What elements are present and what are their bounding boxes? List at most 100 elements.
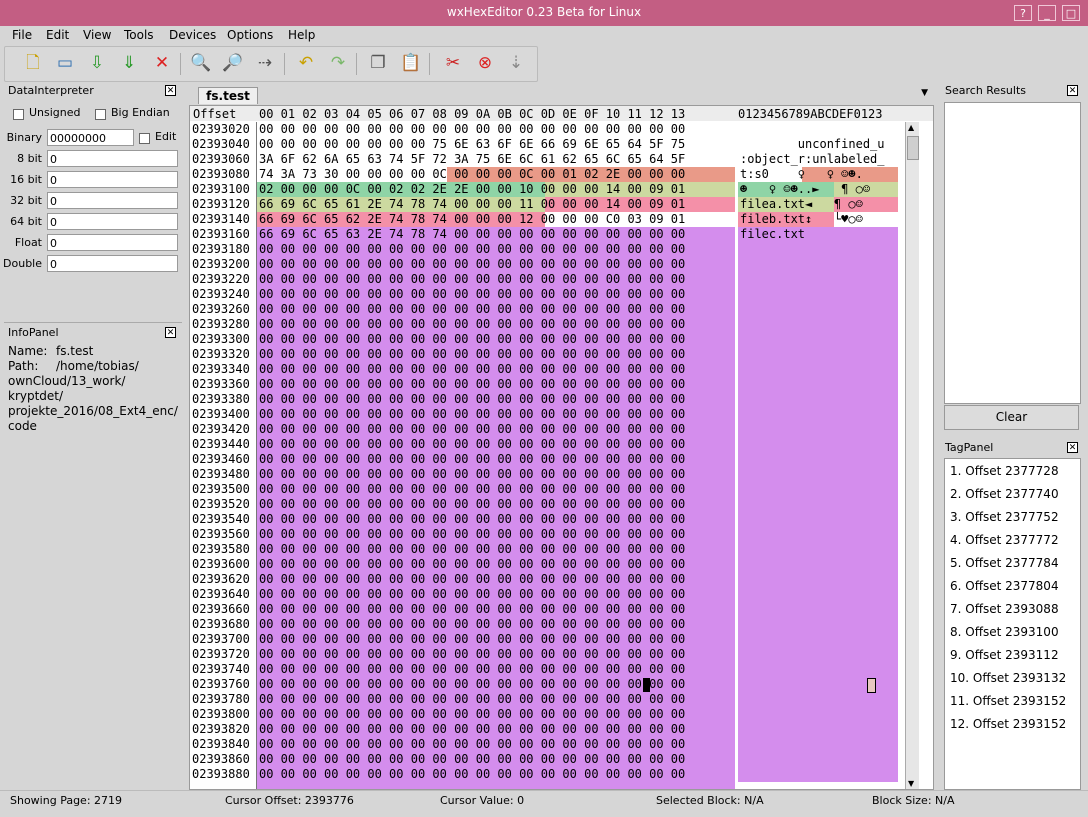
- hex-bytes-row[interactable]: 00 00 00 00 00 00 00 00 00 00 00 00 00 0…: [259, 392, 685, 407]
- redo-icon[interactable]: ↷: [326, 51, 350, 75]
- replace-icon[interactable]: 🔎: [221, 51, 245, 75]
- hex-bytes-row[interactable]: 00 00 00 00 00 00 00 00 00 00 00 00 00 0…: [259, 287, 685, 302]
- hex-bytes-row[interactable]: 00 00 00 00 00 00 00 00 00 00 00 00 00 0…: [259, 617, 685, 632]
- ascii-row[interactable]: ☻ ♀ ☺☻..► ¶ ○☺: [740, 182, 870, 197]
- close-icon[interactable]: ✕: [165, 85, 176, 96]
- tag-item[interactable]: 12. Offset 2393152: [950, 717, 1066, 731]
- minimize-icon[interactable]: _: [1038, 5, 1056, 21]
- edit-checkbox[interactable]: [139, 133, 150, 144]
- panel-divider[interactable]: [4, 322, 182, 323]
- hex-bytes-row[interactable]: 00 00 00 00 00 00 00 00 00 00 00 00 00 0…: [259, 362, 685, 377]
- hex-bytes-row[interactable]: 00 00 00 00 00 00 00 00 75 6E 63 6F 6E 6…: [259, 137, 685, 152]
- hex-bytes-row[interactable]: 00 00 00 00 00 00 00 00 00 00 00 00 00 0…: [259, 122, 685, 137]
- hex-bytes-row[interactable]: 00 00 00 00 00 00 00 00 00 00 00 00 00 0…: [259, 302, 685, 317]
- menu-edit[interactable]: Edit: [46, 28, 69, 42]
- tag-item[interactable]: 6. Offset 2377804: [950, 579, 1059, 593]
- unsigned-checkbox[interactable]: [13, 109, 24, 120]
- bit32-field[interactable]: 0: [47, 192, 178, 209]
- bit64-field[interactable]: 0: [47, 213, 178, 230]
- hex-bytes-row[interactable]: 00 00 00 00 00 00 00 00 00 00 00 00 00 0…: [259, 347, 685, 362]
- menu-help[interactable]: Help: [288, 28, 315, 42]
- hex-bytes-row[interactable]: 00 00 00 00 00 00 00 00 00 00 00 00 00 0…: [259, 527, 685, 542]
- hex-bytes-row[interactable]: 00 00 00 00 00 00 00 00 00 00 00 00 00 0…: [259, 707, 685, 722]
- hex-bytes-row[interactable]: 3A 6F 62 6A 65 63 74 5F 72 3A 75 6E 6C 6…: [259, 152, 685, 167]
- bit8-field[interactable]: 0: [47, 150, 178, 167]
- clear-button[interactable]: Clear: [944, 405, 1079, 430]
- hex-bytes-row[interactable]: 00 00 00 00 00 00 00 00 00 00 00 00 00 0…: [259, 467, 685, 482]
- double-field[interactable]: 0: [47, 255, 178, 272]
- tag-item[interactable]: 10. Offset 2393132: [950, 671, 1066, 685]
- hex-bytes-row[interactable]: 00 00 00 00 00 00 00 00 00 00 00 00 00 0…: [259, 602, 685, 617]
- hex-bytes-row[interactable]: 00 00 00 00 00 00 00 00 00 00 00 00 00 0…: [259, 482, 685, 497]
- hex-bytes-row[interactable]: 00 00 00 00 00 00 00 00 00 00 00 00 00 0…: [259, 587, 685, 602]
- hex-bytes-row[interactable]: 66 69 6C 65 62 2E 74 78 74 00 00 00 12 0…: [259, 212, 685, 227]
- bit16-field[interactable]: 0: [47, 171, 178, 188]
- menu-file[interactable]: File: [12, 28, 32, 42]
- hex-bytes-row[interactable]: 00 00 00 00 00 00 00 00 00 00 00 00 00 0…: [259, 632, 685, 647]
- save-icon[interactable]: ⇩: [85, 51, 109, 75]
- new-file-icon[interactable]: 🗋: [21, 51, 45, 75]
- close-icon[interactable]: ✕: [1067, 85, 1078, 96]
- hex-bytes-row[interactable]: 00 00 00 00 00 00 00 00 00 00 00 00 00 0…: [259, 257, 685, 272]
- tag-item[interactable]: 3. Offset 2377752: [950, 510, 1059, 524]
- hex-bytes-row[interactable]: 00 00 00 00 00 00 00 00 00 00 00 00 00 0…: [259, 662, 685, 677]
- hex-bytes-row[interactable]: 02 00 00 00 0C 00 02 02 2E 2E 00 00 10 0…: [259, 182, 685, 197]
- tag-item[interactable]: 11. Offset 2393152: [950, 694, 1066, 708]
- hex-bytes-row[interactable]: 00 00 00 00 00 00 00 00 00 00 00 00 00 0…: [259, 452, 685, 467]
- close-icon[interactable]: ✕: [1067, 442, 1078, 453]
- copy-icon[interactable]: ❐: [366, 51, 390, 75]
- save-as-icon[interactable]: ⇓: [117, 51, 141, 75]
- paste-icon[interactable]: 📋: [399, 51, 423, 75]
- tag-item[interactable]: 9. Offset 2393112: [950, 648, 1059, 662]
- maximize-icon[interactable]: □: [1062, 5, 1080, 21]
- search-results-list[interactable]: [944, 102, 1081, 404]
- hex-bytes-row[interactable]: 00 00 00 00 00 00 00 00 00 00 00 00 00 0…: [259, 572, 685, 587]
- hex-bytes-row[interactable]: 74 3A 73 30 00 00 00 00 0C 00 00 00 0C 0…: [259, 167, 685, 182]
- hex-bytes-row[interactable]: 00 00 00 00 00 00 00 00 00 00 00 00 00 0…: [259, 422, 685, 437]
- undo-icon[interactable]: ↶: [294, 51, 318, 75]
- hex-bytes-row[interactable]: 00 00 00 00 00 00 00 00 00 00 00 00 00 0…: [259, 377, 685, 392]
- hex-bytes-row[interactable]: 00 00 00 00 00 00 00 00 00 00 00 00 00 0…: [259, 677, 685, 692]
- delete-icon[interactable]: ⊗: [473, 51, 497, 75]
- hex-bytes-row[interactable]: 00 00 00 00 00 00 00 00 00 00 00 00 00 0…: [259, 512, 685, 527]
- insert-icon[interactable]: ⇣: [504, 51, 528, 75]
- menu-view[interactable]: View: [83, 28, 111, 42]
- hex-bytes-row[interactable]: 00 00 00 00 00 00 00 00 00 00 00 00 00 0…: [259, 242, 685, 257]
- tab-fs-test[interactable]: fs.test: [198, 87, 258, 104]
- hex-bytes-row[interactable]: 00 00 00 00 00 00 00 00 00 00 00 00 00 0…: [259, 737, 685, 752]
- hex-bytes-row[interactable]: 00 00 00 00 00 00 00 00 00 00 00 00 00 0…: [259, 647, 685, 662]
- tag-item[interactable]: 5. Offset 2377784: [950, 556, 1059, 570]
- hex-bytes-row[interactable]: 00 00 00 00 00 00 00 00 00 00 00 00 00 0…: [259, 722, 685, 737]
- hex-bytes-row[interactable]: 00 00 00 00 00 00 00 00 00 00 00 00 00 0…: [259, 437, 685, 452]
- hex-view[interactable]: Offset 00 01 02 03 04 05 06 07 08 09 0A …: [189, 105, 934, 790]
- find-icon[interactable]: 🔍: [189, 51, 213, 75]
- ascii-row[interactable]: filec.txt: [740, 227, 805, 242]
- hex-bytes-row[interactable]: 00 00 00 00 00 00 00 00 00 00 00 00 00 0…: [259, 767, 685, 782]
- hex-bytes-row[interactable]: 00 00 00 00 00 00 00 00 00 00 00 00 00 0…: [259, 542, 685, 557]
- vertical-scrollbar[interactable]: ▲ ▼: [905, 122, 919, 789]
- scroll-down-icon[interactable]: ▼: [908, 779, 914, 788]
- tag-item[interactable]: 1. Offset 2377728: [950, 464, 1059, 478]
- hex-bytes-row[interactable]: 00 00 00 00 00 00 00 00 00 00 00 00 00 0…: [259, 317, 685, 332]
- scroll-up-icon[interactable]: ▲: [908, 123, 914, 132]
- cut-icon[interactable]: ✂: [441, 51, 465, 75]
- hex-bytes-row[interactable]: 00 00 00 00 00 00 00 00 00 00 00 00 00 0…: [259, 557, 685, 572]
- binary-field[interactable]: 00000000: [47, 129, 134, 146]
- ascii-row[interactable]: t:s0 ♀ ♀ ☺☻.: [740, 167, 863, 182]
- hex-bytes-row[interactable]: 66 69 6C 65 63 2E 74 78 74 00 00 00 00 0…: [259, 227, 685, 242]
- open-file-icon[interactable]: ▭: [53, 51, 77, 75]
- close-file-icon[interactable]: ✕: [150, 51, 174, 75]
- float-field[interactable]: 0: [47, 234, 178, 251]
- menu-devices[interactable]: Devices: [169, 28, 216, 42]
- ascii-row[interactable]: :object_r:unlabeled_: [740, 152, 885, 167]
- hex-bytes-row[interactable]: 00 00 00 00 00 00 00 00 00 00 00 00 00 0…: [259, 407, 685, 422]
- hex-bytes-row[interactable]: 00 00 00 00 00 00 00 00 00 00 00 00 00 0…: [259, 272, 685, 287]
- tag-item[interactable]: 8. Offset 2393100: [950, 625, 1059, 639]
- ascii-row[interactable]: filea.txt◄ ¶ ○☺: [740, 197, 863, 212]
- big-endian-checkbox[interactable]: [95, 109, 106, 120]
- menu-options[interactable]: Options: [227, 28, 273, 42]
- tag-item[interactable]: 4. Offset 2377772: [950, 533, 1059, 547]
- ascii-row[interactable]: fileb.txt↕ └♥○☺: [740, 212, 863, 227]
- tag-item[interactable]: 7. Offset 2393088: [950, 602, 1059, 616]
- ascii-row[interactable]: unconfined_u: [740, 137, 885, 152]
